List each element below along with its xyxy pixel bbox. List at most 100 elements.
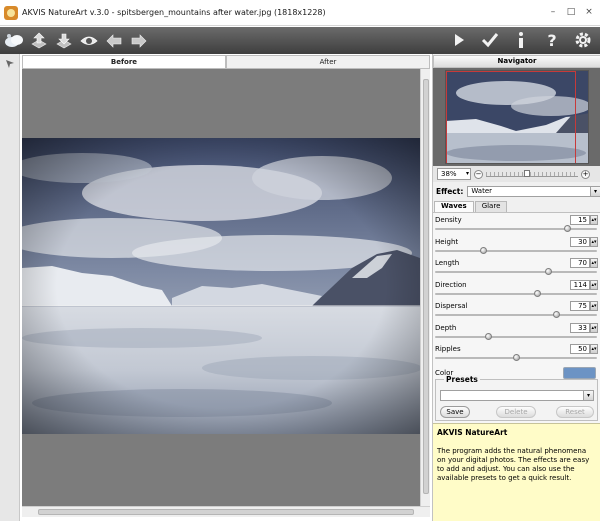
minimize-button[interactable]: – <box>548 7 558 17</box>
view-tabs: Before After <box>22 55 430 69</box>
param-value-field[interactable]: 15 <box>570 215 590 225</box>
param-slider-track[interactable] <box>435 314 597 316</box>
horizontal-scroll-thumb[interactable] <box>38 509 414 515</box>
close-button[interactable]: × <box>584 7 594 17</box>
color-swatch[interactable] <box>563 366 596 379</box>
navigator-title: Navigator <box>433 55 600 68</box>
save-file-icon[interactable] <box>53 30 75 52</box>
undo-arrow-icon[interactable] <box>103 30 125 52</box>
info-icon[interactable] <box>510 29 532 51</box>
param-slider-track[interactable] <box>435 292 597 295</box>
tab-glare[interactable]: Glare <box>474 201 508 212</box>
title-bar: AKVIS NatureArt v.3.0 - spitsbergen_moun… <box>0 0 600 26</box>
param-label: Height <box>435 237 459 246</box>
param-slider-knob[interactable] <box>512 354 520 361</box>
param-slider-track[interactable] <box>435 249 597 252</box>
zoom-row: 38% − + <box>433 166 600 182</box>
open-file-icon[interactable] <box>28 30 50 52</box>
param-label: Direction <box>435 280 467 289</box>
spinner-arrows-icon[interactable]: ▴▾ <box>590 322 598 333</box>
reset-preset-button[interactable]: Reset <box>556 406 594 418</box>
param-slider-track[interactable] <box>435 271 597 273</box>
vertical-scroll-thumb[interactable] <box>423 79 429 494</box>
photo-preview[interactable] <box>22 138 420 434</box>
tab-after[interactable]: After <box>226 55 430 69</box>
zoom-slider-ticks <box>486 172 578 176</box>
chevron-down-icon: ▾ <box>583 391 593 400</box>
maximize-button[interactable]: □ <box>566 7 576 17</box>
navigator-box <box>433 68 600 166</box>
help-icon[interactable]: ? <box>541 29 563 51</box>
param-slider-knob[interactable] <box>544 268 552 275</box>
zoom-out-icon[interactable]: − <box>474 169 483 179</box>
chevron-down-icon: ▾ <box>590 187 600 196</box>
window-controls: – □ × <box>548 7 594 17</box>
param-slider-knob[interactable] <box>564 225 572 232</box>
param-value-field[interactable]: 75 <box>570 301 590 311</box>
param-slider-knob[interactable] <box>553 311 560 318</box>
presets-group: Presets ▾ Save Delete Reset <box>435 375 598 421</box>
spinner-arrows-icon[interactable]: ▴▾ <box>590 279 598 290</box>
tab-waves[interactable]: Waves <box>434 201 474 212</box>
help-title: AKVIS NatureArt <box>437 428 508 437</box>
hand-tool-icon[interactable] <box>5 59 15 71</box>
spinner-arrows-icon[interactable]: ▴▾ <box>590 236 598 247</box>
param-slider-track[interactable] <box>435 335 597 338</box>
navigator-thumbnail[interactable] <box>445 70 589 164</box>
tab-before[interactable]: Before <box>22 55 226 69</box>
delete-preset-button[interactable]: Delete <box>496 406 536 418</box>
svg-text:?: ? <box>547 31 556 50</box>
param-height: Height 30 ▴▾ <box>433 236 600 258</box>
spinner-arrows-icon[interactable]: ▴▾ <box>590 301 598 311</box>
preview-eye-icon[interactable] <box>78 30 100 52</box>
param-label: Density <box>435 216 462 224</box>
param-slider-knob[interactable] <box>533 289 541 297</box>
save-preset-button[interactable]: Save <box>440 406 470 418</box>
zoom-slider[interactable] <box>486 170 578 177</box>
spinner-arrows-icon[interactable]: ▴▾ <box>590 215 598 225</box>
help-text: The program adds the natural phenomena o… <box>437 447 590 482</box>
zoom-select[interactable]: 38% <box>437 168 471 180</box>
window-title: AKVIS NatureArt v.3.0 - spitsbergen_moun… <box>22 8 326 17</box>
help-panel: AKVIS NatureArt The program adds the nat… <box>433 423 600 521</box>
param-value-field[interactable]: 70 <box>570 258 590 268</box>
effect-dropdown-value: Water <box>471 187 493 195</box>
param-length: Length 70 ▴▾ <box>433 258 600 279</box>
param-depth: Depth 33 ▴▾ <box>433 322 600 344</box>
spinner-arrows-icon[interactable]: ▴▾ <box>590 258 598 268</box>
effect-dropdown[interactable]: Water ▾ <box>467 186 600 197</box>
param-density: Density 15 ▴▾ <box>433 215 600 236</box>
param-label: Depth <box>435 323 457 332</box>
vertical-scrollbar[interactable] <box>420 69 430 506</box>
toolbar: ? <box>0 27 600 54</box>
zoom-slider-knob[interactable] <box>524 170 531 177</box>
param-label: Length <box>435 259 460 267</box>
param-value-field[interactable]: 33 <box>570 322 590 333</box>
presets-dropdown[interactable]: ▾ <box>440 390 594 401</box>
horizontal-scrollbar[interactable] <box>22 506 430 517</box>
clouds-icon[interactable] <box>3 30 25 52</box>
param-direction: Direction 114 ▴▾ <box>433 279 600 301</box>
param-value-field[interactable]: 114 <box>570 279 590 290</box>
settings-panel: Navigator 38% − + Effect: Water <box>432 54 600 521</box>
app-logo-icon <box>4 5 18 20</box>
param-slider-knob[interactable] <box>480 246 488 254</box>
spinner-arrows-icon[interactable]: ▴▾ <box>590 344 598 354</box>
param-value-field[interactable]: 30 <box>570 236 590 247</box>
apply-check-icon[interactable] <box>479 29 501 51</box>
presets-title: Presets <box>444 375 480 384</box>
effect-label: Effect: <box>436 187 464 196</box>
effect-sub-tabs: Waves Glare <box>434 201 508 212</box>
settings-gear-icon[interactable] <box>572 29 594 51</box>
param-ripples: Ripples 50 ▴▾ <box>433 344 600 365</box>
param-value-field[interactable]: 50 <box>570 344 590 354</box>
effect-row: Effect: Water ▾ <box>433 185 600 198</box>
param-dispersal: Dispersal 75 ▴▾ <box>433 301 600 322</box>
param-label: Ripples <box>435 345 461 353</box>
param-label: Dispersal <box>435 302 468 310</box>
zoom-in-icon[interactable]: + <box>581 169 590 179</box>
redo-arrow-icon[interactable] <box>128 30 150 52</box>
param-slider-track[interactable] <box>435 228 597 230</box>
run-play-icon[interactable] <box>448 29 470 51</box>
param-slider-knob[interactable] <box>484 332 492 340</box>
